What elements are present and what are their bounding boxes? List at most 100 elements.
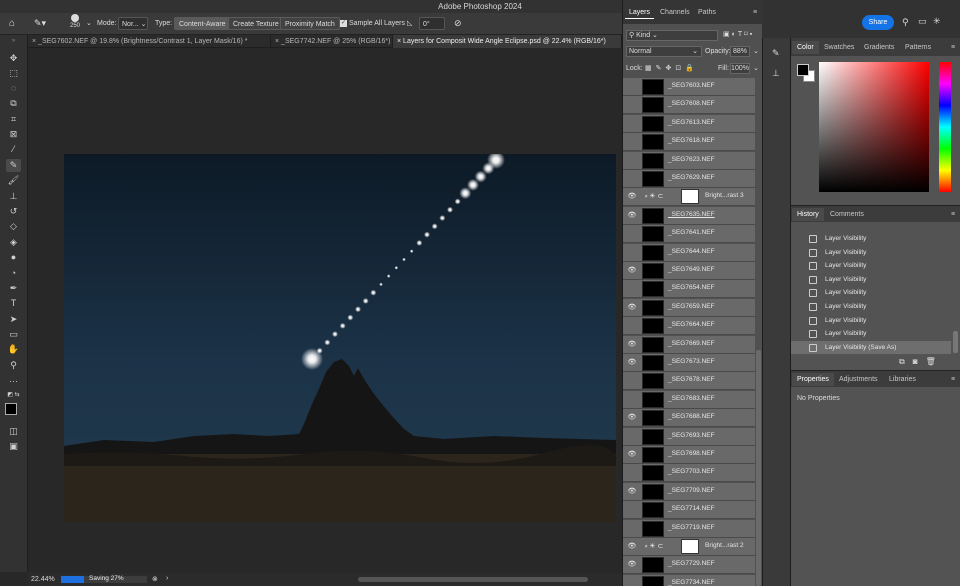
history-scrollbar[interactable]: [953, 331, 958, 353]
doc-tab-2[interactable]: × _SEG7742.NEF @ 25% (RGB/16*): [271, 35, 393, 48]
tab-comments[interactable]: Comments: [825, 208, 869, 221]
color-picker-field[interactable]: [819, 62, 929, 192]
layer-thumbnail[interactable]: [642, 520, 664, 537]
visibility-eye-icon[interactable]: [627, 579, 637, 586]
tab-color[interactable]: Color: [792, 41, 819, 54]
doc-tab-3[interactable]: × Layers for Composit Wide Angle Eclipse…: [393, 35, 622, 48]
pressure-size-icon[interactable]: ⊘: [454, 17, 462, 30]
blur-tool-icon[interactable]: ●: [6, 251, 21, 264]
visibility-eye-icon[interactable]: [627, 468, 637, 478]
layer-row[interactable]: 👁 _SEG7659.NEF: [623, 298, 755, 317]
foreground-color-swatch[interactable]: [5, 403, 17, 415]
fill-input[interactable]: 100%: [730, 63, 750, 74]
history-state[interactable]: Layer Visibility: [791, 232, 951, 245]
layer-row[interactable]: 👁 _SEG7729.NEF: [623, 556, 755, 575]
layer-thumbnail[interactable]: [642, 373, 664, 390]
chevron-down-icon[interactable]: ⌄: [86, 17, 92, 30]
snapshot-camera-icon[interactable]: ◙: [913, 357, 926, 366]
layer-thumbnail[interactable]: [642, 483, 664, 500]
cancel-save-icon[interactable]: ⊗: [152, 575, 158, 583]
layer-row[interactable]: _SEG7618.NEF: [623, 133, 755, 152]
layer-row[interactable]: _SEG7608.NEF: [623, 96, 755, 115]
workspace-icon[interactable]: ▭: [918, 16, 927, 27]
layer-row[interactable]: _SEG7641.NEF: [623, 225, 755, 244]
history-state[interactable]: Layer Visibility (Save As): [791, 340, 951, 354]
layer-row[interactable]: _SEG7654.NEF: [623, 280, 755, 299]
default-colors-icon[interactable]: ◩ ⇆: [6, 389, 21, 402]
rectangle-tool-icon[interactable]: ▭: [6, 328, 21, 341]
blend-mode-select[interactable]: Normal ⌄: [626, 46, 702, 57]
create-texture-button[interactable]: Create Texture: [228, 17, 284, 30]
lasso-tool-icon[interactable]: ◌: [6, 82, 21, 95]
layer-thumbnail[interactable]: [642, 465, 664, 482]
layer-row[interactable]: _SEG7683.NEF: [623, 390, 755, 409]
collapse-icon[interactable]: »: [6, 35, 21, 48]
layer-row[interactable]: 👁 _SEG7698.NEF: [623, 446, 755, 464]
opacity-input[interactable]: 88%: [730, 46, 750, 57]
visibility-eye-icon[interactable]: 👁: [627, 340, 637, 350]
home-icon[interactable]: ⌂: [9, 17, 15, 30]
layer-thumbnail[interactable]: [642, 557, 664, 574]
more-tools-icon[interactable]: ···: [6, 375, 21, 388]
layer-row[interactable]: _SEG7623.NEF: [623, 151, 755, 170]
layer-row[interactable]: _SEG7703.NEF: [623, 464, 755, 483]
visibility-eye-icon[interactable]: [627, 119, 637, 129]
healing-brush-tool-icon[interactable]: ✎▾: [34, 17, 46, 30]
layer-thumbnail[interactable]: [642, 115, 664, 132]
layer-row[interactable]: _SEG7664.NEF: [623, 317, 755, 336]
visibility-eye-icon[interactable]: [627, 156, 637, 166]
visibility-eye-icon[interactable]: [627, 321, 637, 331]
visibility-eye-icon[interactable]: [627, 376, 637, 386]
layer-thumbnail[interactable]: [642, 263, 664, 279]
learn-icon[interactable]: ✳: [933, 16, 941, 27]
eyedropper-tool-icon[interactable]: ⁄: [6, 143, 21, 156]
tab-patterns[interactable]: Patterns: [900, 41, 936, 54]
hand-tool-icon[interactable]: ✋: [6, 343, 21, 356]
layer-row[interactable]: _SEG7693.NEF: [623, 427, 755, 446]
visibility-eye-icon[interactable]: 👁: [627, 413, 637, 423]
tab-gradients[interactable]: Gradients: [859, 41, 899, 54]
filter-icons[interactable]: ▣◐T⌑▪: [723, 30, 754, 38]
visibility-eye-icon[interactable]: [627, 82, 637, 92]
tab-history[interactable]: History: [792, 208, 824, 221]
clone-source-icon[interactable]: ⊥: [772, 68, 780, 79]
hue-slider[interactable]: [939, 62, 951, 192]
layer-thumbnail[interactable]: [642, 299, 664, 316]
visibility-eye-icon[interactable]: [627, 248, 637, 258]
delete-state-icon[interactable]: 🗑: [926, 357, 944, 366]
layer-row[interactable]: 👁 _SEG7709.NEF: [623, 482, 755, 501]
paint-bucket-tool-icon[interactable]: ◈: [6, 236, 21, 249]
frame-tool-icon[interactable]: ⊠: [6, 128, 21, 141]
layer-thumbnail[interactable]: [642, 355, 664, 371]
layer-thumbnail[interactable]: [642, 502, 664, 519]
visibility-eye-icon[interactable]: [627, 229, 637, 239]
visibility-eye-icon[interactable]: [627, 100, 637, 110]
visibility-eye-icon[interactable]: 👁: [627, 487, 637, 497]
canvas-area[interactable]: [28, 48, 622, 572]
visibility-eye-icon[interactable]: [627, 432, 637, 442]
layer-row[interactable]: _SEG7714.NEF: [623, 501, 755, 520]
zoom-level[interactable]: 22.44%: [31, 576, 55, 583]
layer-thumbnail[interactable]: [642, 207, 664, 224]
visibility-eye-icon[interactable]: 👁: [627, 560, 637, 570]
visibility-eye-icon[interactable]: 👁: [627, 358, 637, 368]
share-button[interactable]: Share: [862, 15, 894, 30]
fill-chevron-icon[interactable]: ⌄: [753, 64, 759, 72]
quick-mask-icon[interactable]: ◫: [6, 425, 21, 438]
move-tool-icon[interactable]: ✥: [6, 52, 21, 65]
layer-thumbnail[interactable]: [642, 134, 664, 151]
layer-thumbnail[interactable]: [642, 428, 664, 445]
tab-libraries[interactable]: Libraries: [884, 373, 921, 386]
search-icon[interactable]: ⚲: [902, 17, 909, 28]
screen-mode-icon[interactable]: ▣: [6, 440, 21, 453]
layer-row[interactable]: 👁 _SEG7635.NEF: [623, 206, 755, 225]
layer-thumbnail[interactable]: [642, 79, 664, 95]
layer-thumbnail[interactable]: [642, 447, 664, 463]
mode-select[interactable]: Nor... ⌄: [118, 17, 148, 30]
layer-thumbnail[interactable]: [642, 171, 664, 187]
clone-stamp-tool-icon[interactable]: ⊥: [6, 190, 21, 203]
visibility-eye-icon[interactable]: 👁: [627, 192, 637, 202]
new-document-from-state-icon[interactable]: ⧉: [899, 357, 913, 366]
proximity-match-button[interactable]: Proximity Match: [280, 17, 340, 30]
layer-row[interactable]: 👁 _SEG7688.NEF: [623, 409, 755, 428]
